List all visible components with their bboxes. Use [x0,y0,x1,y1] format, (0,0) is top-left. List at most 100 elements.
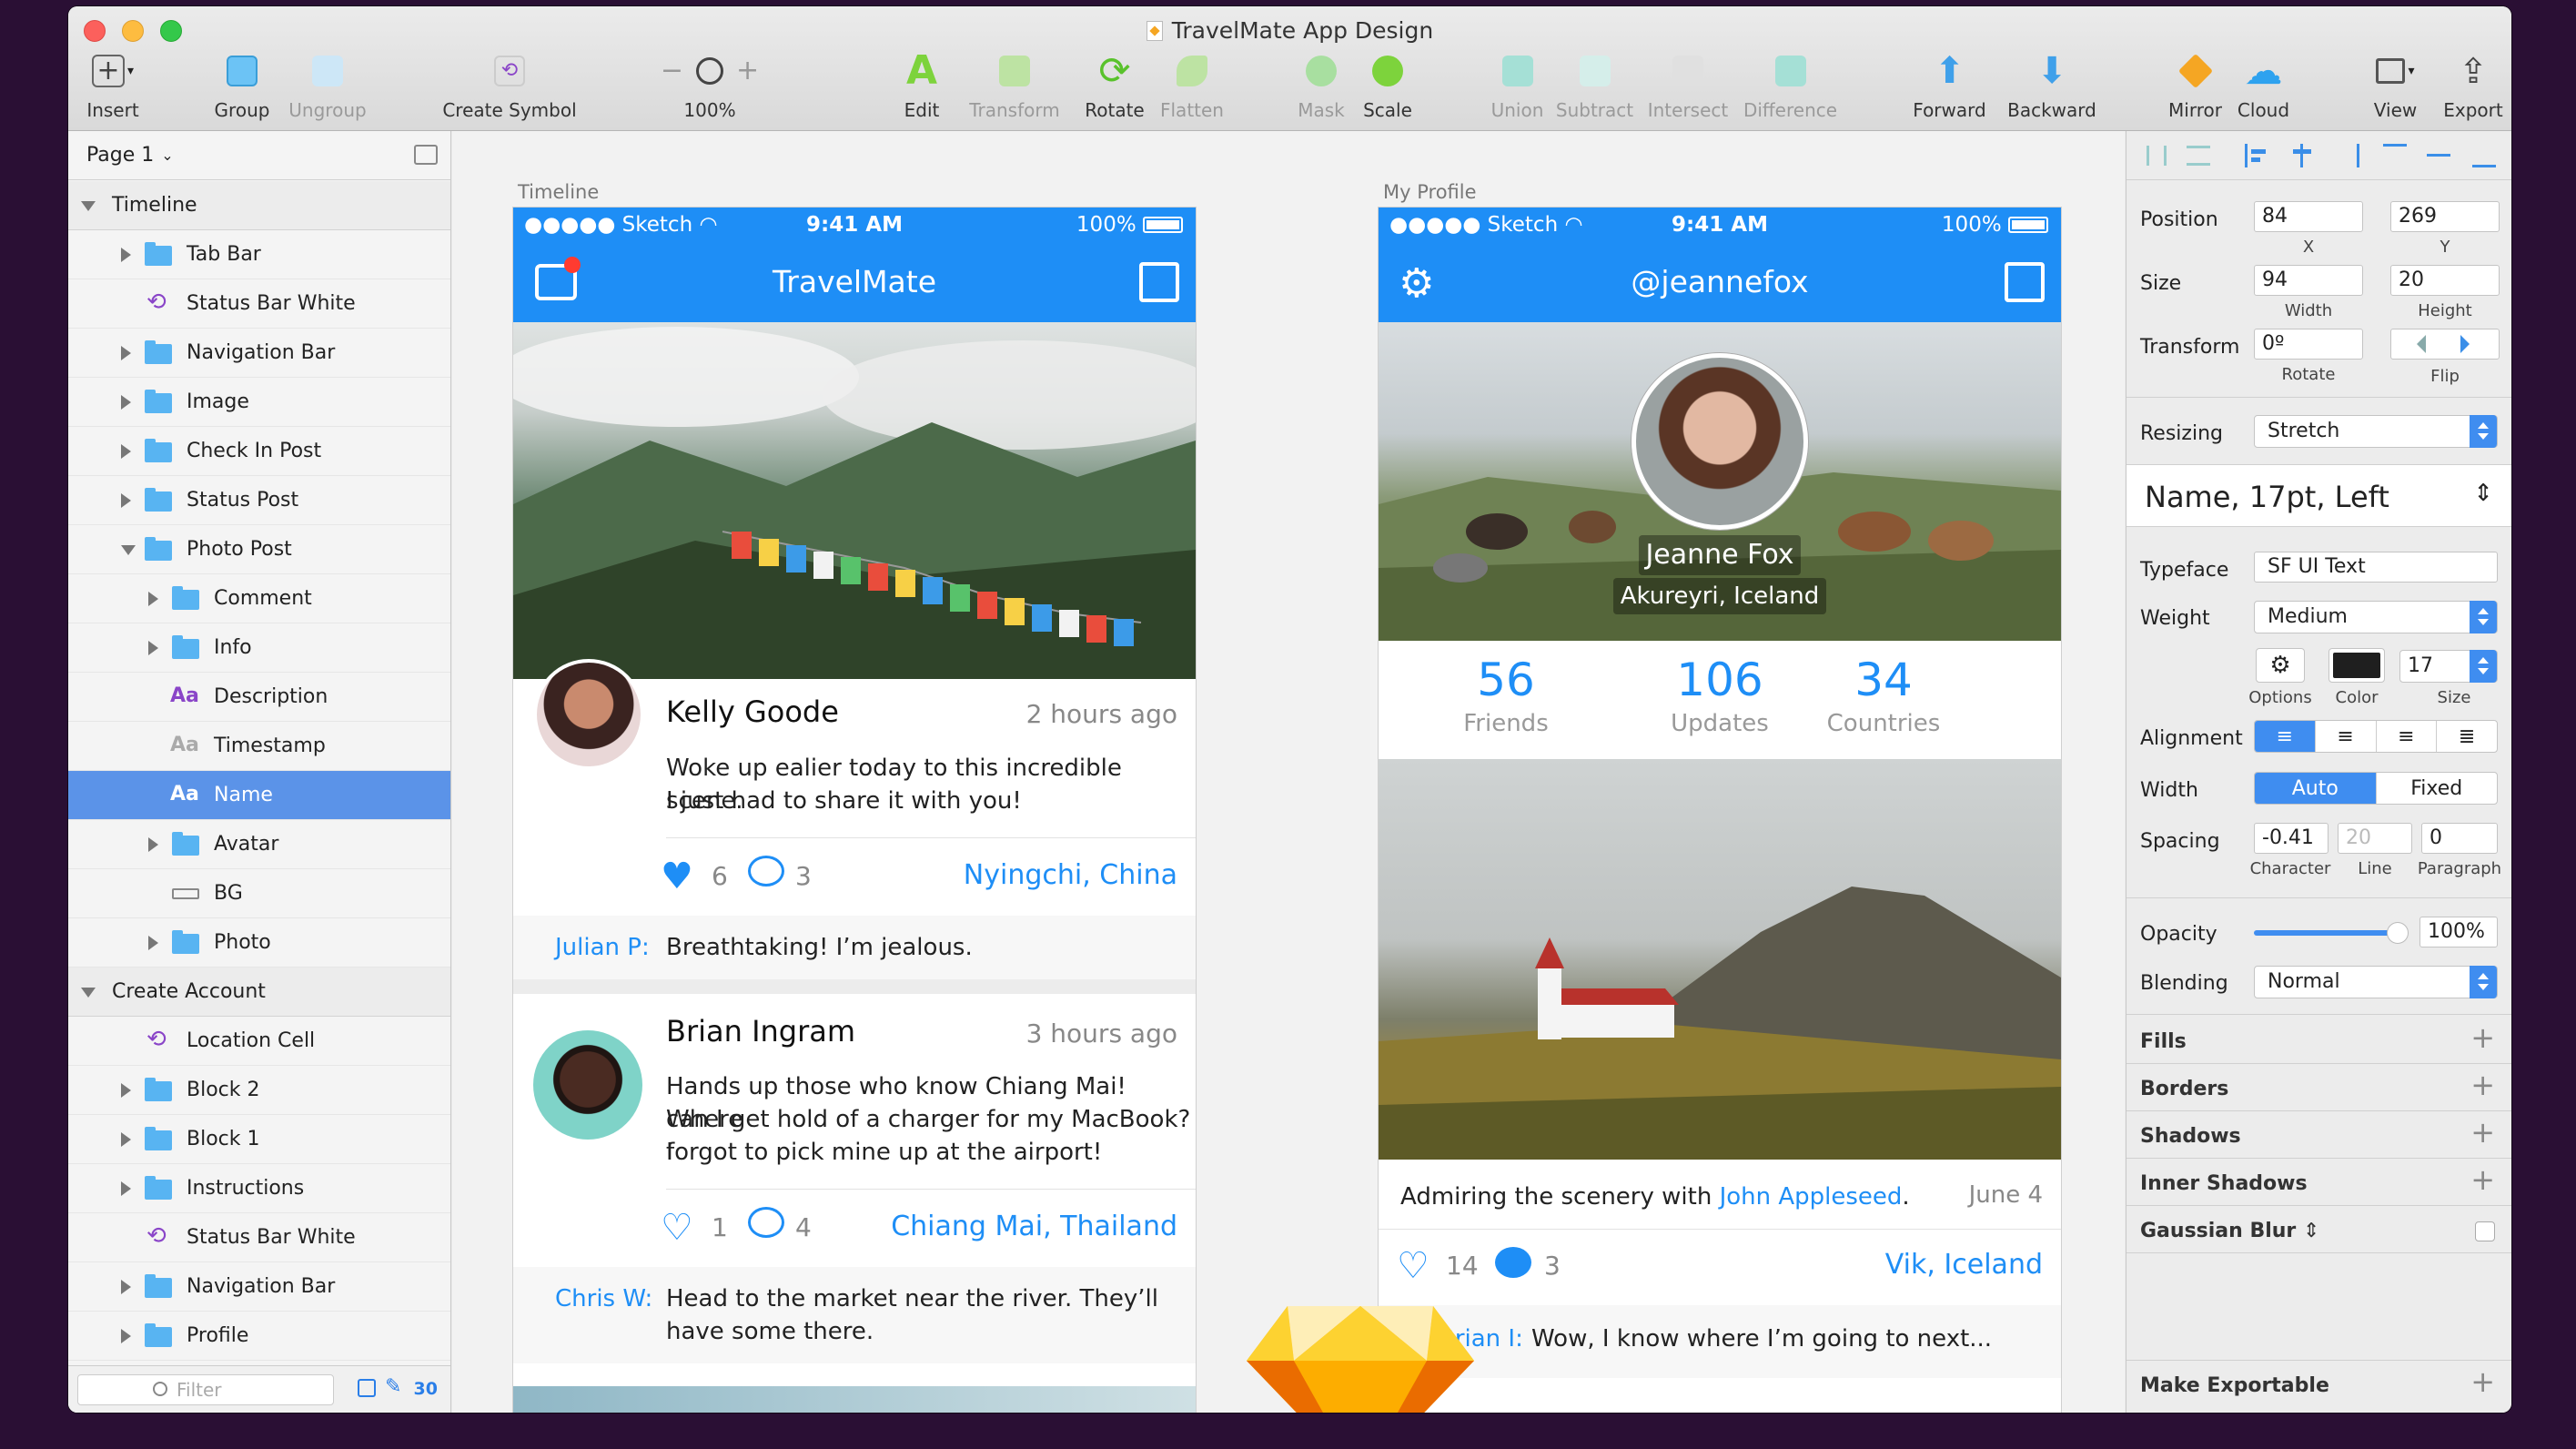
filter-input[interactable]: Filter [77,1374,334,1405]
layer-row[interactable]: Photo Post [68,525,450,574]
typeface-field[interactable]: SF UI Text [2254,552,2498,583]
transform-button[interactable]: Transform [965,50,1065,130]
disclosure-collapsed-icon[interactable] [121,1181,131,1196]
align-middle-icon[interactable] [2427,144,2450,167]
layer-row[interactable]: Aa Timestamp [68,722,450,771]
layer-row[interactable]: Profile [68,1312,450,1361]
post-photo-landscape[interactable] [513,322,1196,679]
layer-row[interactable]: Aa Name [68,771,450,820]
add-shadow-icon[interactable]: + [2470,1118,2495,1147]
flip-control[interactable] [2390,329,2500,360]
disclosure-collapsed-icon[interactable] [121,346,131,360]
group-button[interactable]: Group [210,50,274,130]
intersect-button[interactable]: Intersect [1642,50,1733,130]
edit-button[interactable]: A Edit [894,50,949,130]
rotate-button[interactable]: ⟳ Rotate [1078,50,1151,130]
forward-button[interactable]: ⬆ Forward [1906,50,1993,130]
page-selector[interactable]: Page 1 ⌄ [68,131,450,180]
disclosure-expanded-icon[interactable] [81,988,96,998]
post-location[interactable]: Nyingchi, China [964,859,1177,891]
paragraph-spacing-field[interactable]: 0 [2421,823,2498,854]
mentioned-user-link[interactable]: John Appleseed [1720,1183,1903,1211]
layer-group-row[interactable]: Timeline [68,181,450,230]
align-top-icon[interactable] [2383,144,2407,167]
zoom-out-icon[interactable]: − [661,57,683,85]
slider-knob[interactable] [2387,922,2409,944]
font-size-select[interactable]: 17 [2399,650,2498,683]
align-right-icon[interactable] [2336,144,2359,167]
layer-row[interactable]: Avatar [68,820,450,869]
zoom-control[interactable]: − + 100% [660,50,760,130]
backward-button[interactable]: ⬇ Backward [2002,50,2102,130]
weight-select[interactable]: Medium [2254,601,2498,633]
commenter-name[interactable]: Chris W: [555,1285,652,1312]
artboard-label-timeline[interactable]: Timeline [518,181,599,203]
align-bottom-icon[interactable] [2472,144,2496,167]
text-align-left-icon[interactable]: ≡ [2255,721,2316,752]
layer-row[interactable]: Comment [68,574,450,623]
align-center-icon[interactable] [2290,144,2314,167]
stat-friends-count[interactable]: 56 [1424,654,1588,706]
layer-row[interactable]: Photo [68,918,450,968]
canvas[interactable]: Timeline My Profile ●●●●● Sketch ◠ 9:41 … [452,131,2125,1413]
ungroup-button[interactable]: Ungroup [287,50,369,130]
profile-avatar[interactable] [1631,353,1808,530]
layer-row[interactable]: Status Post [68,476,450,525]
compose-icon[interactable] [2005,262,2045,302]
subtract-button[interactable]: Subtract [1551,50,1638,130]
artboard-profile[interactable]: ●●●●● Sketch ◠ 9:41 AM 100% ⚙ @jeannefox [1379,208,2061,1413]
make-exportable-header[interactable]: Make Exportable [2140,1374,2329,1397]
disclosure-collapsed-icon[interactable] [148,837,158,852]
flip-horizontal-icon[interactable] [2408,335,2426,353]
text-color-well[interactable] [2329,648,2385,683]
avatar[interactable] [533,659,644,770]
layer-row[interactable]: ⟲ Status Bar White [68,279,450,329]
post-author-name[interactable]: Kelly Goode [666,694,839,729]
position-y-field[interactable]: 269 [2390,201,2500,232]
opacity-slider[interactable] [2254,922,2409,944]
post-photo-church[interactable] [1379,759,2061,1160]
pencil-icon[interactable]: ✎ [385,1375,401,1398]
layer-row[interactable]: Navigation Bar [68,1262,450,1312]
position-x-field[interactable]: 84 [2254,201,2363,232]
rotate-field[interactable]: 0º [2254,329,2363,360]
avatar[interactable] [533,1030,642,1140]
mask-button[interactable]: Mask [1289,50,1353,130]
disclosure-collapsed-icon[interactable] [121,395,131,410]
post-location[interactable]: Chiang Mai, Thailand [891,1211,1177,1242]
layer-row[interactable]: Image [68,378,450,427]
add-border-icon[interactable]: + [2470,1070,2495,1099]
blur-checkbox[interactable] [2475,1221,2495,1241]
distribute-horizontal-icon[interactable] [2147,146,2167,166]
layer-row[interactable]: Check In Post [68,427,450,476]
layer-row[interactable]: Aa Description [68,673,450,722]
blending-select[interactable]: Normal [2254,966,2498,998]
post-author-name[interactable]: Brian Ingram [666,1014,855,1049]
height-field[interactable]: 20 [2390,265,2500,296]
view-button[interactable]: ▾ View [2361,50,2430,130]
disclosure-collapsed-icon[interactable] [121,444,131,459]
cloud-button[interactable]: ☁ Cloud [2229,50,2298,130]
inner-shadows-header[interactable]: Inner Shadows [2140,1172,2308,1195]
distribute-vertical-icon[interactable] [2187,146,2210,166]
text-align-justify-icon[interactable]: ≣ [2437,721,2497,752]
disclosure-collapsed-icon[interactable] [121,493,131,508]
line-spacing-field[interactable]: 20 [2338,823,2412,854]
insert-button[interactable]: + ▾ Insert [81,50,145,130]
heart-filled-icon[interactable]: ♥ [661,856,693,897]
character-spacing-field[interactable]: -0.41 [2254,823,2329,854]
text-options-button[interactable]: ⚙ [2256,648,2305,683]
disclosure-collapsed-icon[interactable] [121,248,131,262]
layer-row[interactable]: Block 2 [68,1066,450,1115]
text-align-right-icon[interactable]: ≡ [2377,721,2438,752]
text-align-center-icon[interactable]: ≡ [2316,721,2377,752]
disclosure-collapsed-icon[interactable] [121,1280,131,1294]
zoom-in-icon[interactable]: + [736,57,759,85]
layer-row[interactable]: ⟲ Location Cell [68,1017,450,1066]
align-left-icon[interactable] [2245,144,2268,167]
heart-outline-icon[interactable]: ♡ [661,1207,693,1249]
add-inner-shadow-icon[interactable]: + [2470,1165,2495,1194]
post-location[interactable]: Vik, Iceland [1885,1249,2043,1281]
layer-row[interactable]: ⟲ Status Bar White [68,1213,450,1262]
disclosure-collapsed-icon[interactable] [121,1132,131,1147]
